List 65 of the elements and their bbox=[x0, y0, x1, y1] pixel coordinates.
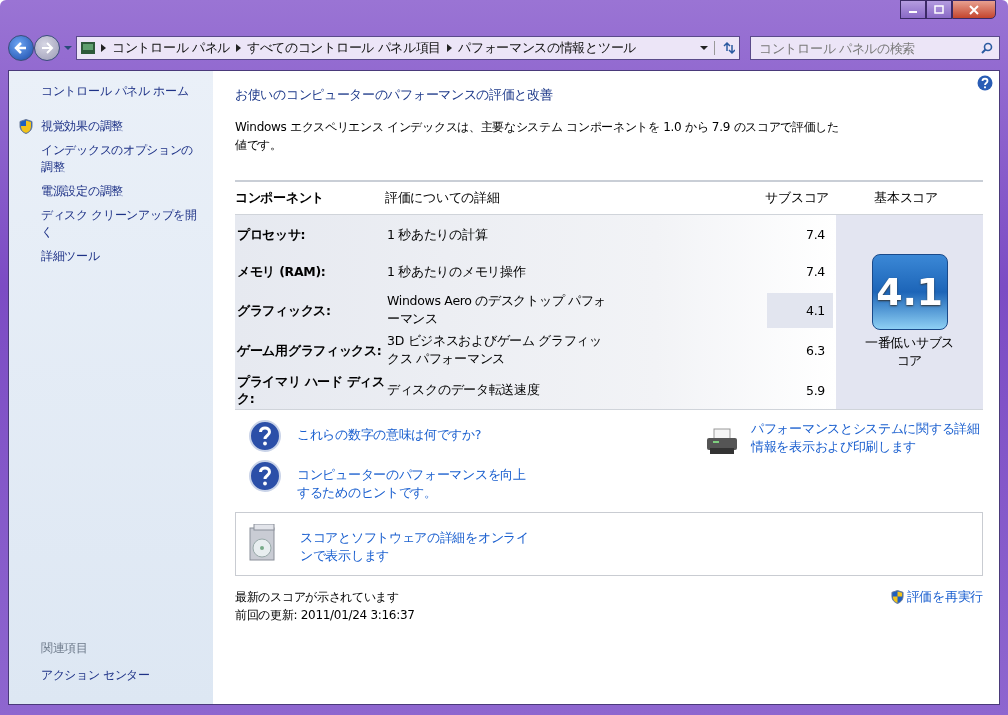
help-icon[interactable] bbox=[977, 75, 993, 91]
address-bar[interactable]: コントロール パネル すべてのコントロール パネル項目 パフォーマンスの情報とツール bbox=[76, 36, 740, 60]
subscore-value: 7.4 bbox=[805, 226, 826, 244]
shield-icon bbox=[890, 590, 904, 604]
column-header: 評価についての詳細 bbox=[385, 189, 501, 207]
maximize-button[interactable] bbox=[926, 0, 952, 19]
column-header: コンポーネント bbox=[235, 189, 325, 207]
score-badge: 4.1 bbox=[871, 254, 948, 330]
score-caption: 一番低いサブスコア bbox=[864, 334, 955, 370]
help-icon bbox=[249, 420, 281, 452]
subscore-value: 7.4 bbox=[805, 263, 826, 281]
breadcrumb-item[interactable]: パフォーマンスの情報とツール bbox=[458, 39, 636, 57]
component-name: プライマリ ハード ディスク: bbox=[237, 373, 386, 407]
component-detail: 1 秒あたりのメモリ操作 bbox=[387, 262, 527, 281]
intro-text: Windows エクスペリエンス インデックスは、主要なシステム コンポーネントを 1.0 から 7.9 のスコアで評価した値です。 bbox=[235, 119, 840, 154]
subscore-value: 6.3 bbox=[805, 341, 826, 360]
help-link[interactable]: コンピューターのパフォーマンスを向上するためのヒントです。 bbox=[297, 460, 527, 502]
help-icon bbox=[249, 460, 281, 492]
component-name: プロセッサ: bbox=[237, 226, 307, 243]
forward-arrow-icon bbox=[40, 41, 54, 55]
section-heading: 関連項目 bbox=[41, 640, 89, 657]
sidebar-link[interactable]: コントロール パネル ホーム bbox=[41, 83, 189, 100]
status-text: 最新のスコアが示されています bbox=[235, 589, 400, 606]
refresh-icon[interactable] bbox=[714, 41, 735, 55]
sidebar-link[interactable]: インデックスのオプションの調整 bbox=[41, 142, 203, 176]
component-detail: 3D ビジネスおよびゲーム グラフィックス パフォーマンス bbox=[387, 332, 603, 368]
sidebar-link[interactable]: 電源設定の調整 bbox=[41, 183, 123, 200]
component-detail: ディスクのデータ転送速度 bbox=[387, 381, 541, 399]
print-details-link[interactable]: パフォーマンスとシステムに関する詳細情報を表示および印刷します bbox=[751, 420, 983, 456]
column-header: サブスコア bbox=[764, 189, 829, 207]
search-icon bbox=[981, 42, 993, 54]
component-name: グラフィックス: bbox=[237, 301, 332, 319]
rerun-assessment-link[interactable]: 評価を再実行 bbox=[906, 588, 983, 606]
chevron-icon bbox=[101, 44, 106, 52]
subscore-value: 5.9 bbox=[805, 381, 826, 400]
back-arrow-icon bbox=[14, 41, 28, 55]
dropdown-arrow-icon[interactable] bbox=[700, 45, 708, 51]
component-detail: Windows Aero のデスクトップ パフォーマンス bbox=[387, 292, 608, 328]
shield-icon bbox=[19, 119, 33, 134]
back-button[interactable] bbox=[8, 35, 34, 61]
sidebar-link[interactable]: 詳細ツール bbox=[41, 248, 100, 265]
chevron-icon bbox=[236, 44, 241, 52]
search-field[interactable]: コントロール パネルの検索 bbox=[750, 36, 1000, 60]
control-panel-icon bbox=[81, 42, 95, 54]
close-icon bbox=[968, 4, 980, 15]
online-details-link[interactable]: スコアとソフトウェアの詳細をオンラインで表示します bbox=[300, 523, 530, 565]
help-link[interactable]: これらの数字の意味は何ですか? bbox=[297, 420, 527, 444]
component-name: ゲーム用グラフィックス: bbox=[237, 341, 383, 359]
sidebar-link[interactable]: アクション センター bbox=[41, 667, 213, 684]
printer-icon bbox=[705, 428, 739, 456]
page-title: お使いのコンピューターのパフォーマンスの評価と改善 bbox=[235, 87, 554, 104]
last-update-text: 前回の更新: 2011/01/24 3:16:37 bbox=[235, 607, 415, 624]
forward-button[interactable] bbox=[34, 35, 60, 61]
maximize-icon bbox=[934, 5, 944, 14]
column-header: 基本スコア bbox=[873, 189, 939, 207]
subscore-value: 4.1 bbox=[767, 292, 833, 328]
breadcrumb-item[interactable]: コントロール パネル bbox=[112, 39, 230, 57]
chevron-icon bbox=[447, 44, 453, 52]
close-button[interactable] bbox=[952, 0, 996, 19]
component-name: メモリ (RAM): bbox=[237, 263, 327, 280]
breadcrumb-item[interactable]: すべてのコントロール パネル項目 bbox=[247, 39, 442, 57]
sidebar-link[interactable]: ディスク クリーンアップを開く bbox=[41, 207, 203, 241]
minimize-button[interactable] bbox=[900, 0, 926, 19]
component-detail: 1 秒あたりの計算 bbox=[387, 225, 489, 244]
sidebar-link[interactable]: 視覚効果の調整 bbox=[41, 118, 123, 135]
